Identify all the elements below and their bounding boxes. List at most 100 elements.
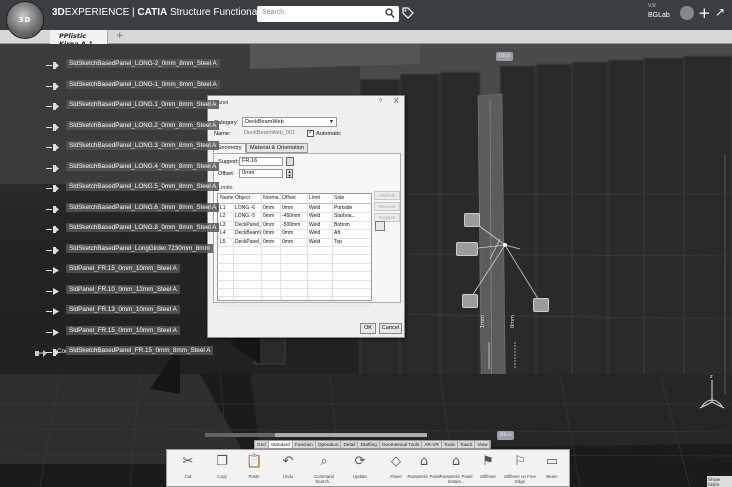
limits-cell[interactable]: L1 bbox=[220, 205, 233, 211]
limits-cell[interactable]: DeckPanel_Fa... bbox=[235, 222, 261, 228]
limits-cell[interactable]: Weld bbox=[309, 222, 332, 228]
limits-column-header[interactable]: Offset bbox=[282, 195, 296, 201]
limits-cell[interactable]: LONG.-6 bbox=[235, 205, 261, 211]
manipulator-handle-right[interactable] bbox=[533, 298, 549, 312]
tag-icon[interactable] bbox=[402, 7, 414, 19]
section-tab[interactable]: Function bbox=[293, 441, 316, 448]
limits-cell[interactable]: Bottom bbox=[334, 222, 369, 228]
limits-cell[interactable]: Weld bbox=[309, 205, 332, 211]
section-tab[interactable]: Drafting bbox=[358, 441, 380, 448]
limits-cell[interactable]: L4 bbox=[220, 230, 233, 236]
limits-cell[interactable]: L3 bbox=[220, 222, 233, 228]
category-select[interactable]: DeckBeamWeb ▼ bbox=[242, 117, 337, 127]
limits-cell[interactable]: 0mm bbox=[263, 213, 280, 219]
edit-limit-icon[interactable] bbox=[375, 221, 385, 231]
remove-limit-button[interactable]: Remove bbox=[374, 202, 400, 211]
selection-chip[interactable]: DEck bbox=[497, 431, 515, 440]
copy-icon: ❐ bbox=[216, 454, 228, 469]
close-icon[interactable]: X bbox=[394, 98, 399, 105]
undo-button[interactable]: ↶ Undo bbox=[271, 452, 305, 486]
section-tab[interactable]: AR-VR bbox=[422, 441, 442, 448]
limits-column-header[interactable]: Object bbox=[235, 195, 250, 201]
limits-cell[interactable]: 0mm bbox=[282, 205, 307, 211]
search-placeholder: Search bbox=[262, 9, 285, 16]
sketch-panel-node-icon bbox=[46, 82, 59, 90]
limits-column-header[interactable]: Name bbox=[220, 195, 234, 201]
tab-document[interactable]: PPlistic Kirna A.1 bbox=[50, 30, 108, 48]
section-tab[interactable]: Geometrical Tools bbox=[380, 441, 423, 448]
scrollbar-thumb[interactable] bbox=[205, 433, 275, 437]
manipulator-handle-top[interactable] bbox=[464, 213, 480, 227]
stiffener-free-edge-button[interactable]: ⚐ Stiffener on Free Edge bbox=[503, 452, 537, 486]
limits-cell[interactable]: Weld bbox=[309, 230, 332, 236]
limits-cell[interactable]: 0mm bbox=[263, 205, 280, 211]
limits-cell[interactable]: -500mm bbox=[282, 222, 307, 228]
search-input[interactable]: Search bbox=[257, 6, 399, 22]
manipulator-handle-left[interactable] bbox=[462, 294, 478, 308]
share-icon[interactable]: ↗ bbox=[715, 5, 725, 19]
cancel-button[interactable]: Cancel bbox=[379, 323, 402, 334]
limits-cell[interactable]: L5 bbox=[220, 239, 233, 245]
limits-cell[interactable]: Weld bbox=[309, 239, 332, 245]
parametric-panel-button[interactable]: ⌂ Parametric Panel bbox=[407, 452, 441, 486]
automatic-checkbox[interactable]: ✓ bbox=[307, 130, 314, 137]
limits-cell[interactable]: Portside bbox=[334, 205, 369, 211]
limits-cell[interactable]: LONG.-5 bbox=[235, 213, 261, 219]
limits-label: Limits bbox=[218, 185, 233, 191]
limits-cell[interactable]: Top bbox=[334, 239, 369, 245]
limits-table[interactable]: Name Object Norma... Offset Limit Side L1 LONG.… bbox=[217, 193, 372, 306]
limits-cell[interactable]: Starboa... bbox=[334, 213, 369, 219]
section-tab[interactable]: Grid bbox=[255, 441, 269, 448]
panel-node-icon bbox=[46, 328, 59, 336]
parametric-panel-instant-button[interactable]: ⌂ Parametric Panel Instant... bbox=[439, 452, 473, 486]
action-label: Paste bbox=[248, 474, 260, 479]
horizontal-scrollbar[interactable] bbox=[205, 433, 427, 437]
section-tab[interactable]: Touch bbox=[458, 441, 476, 448]
limits-cell[interactable]: DeckBeamWe... bbox=[235, 230, 261, 236]
offset-field[interactable]: 0mm bbox=[239, 169, 283, 178]
limits-cell[interactable]: 0mm bbox=[263, 230, 280, 236]
section-tab[interactable]: Tools bbox=[442, 441, 458, 448]
name-field[interactable]: DeckBeamWeb_001 bbox=[242, 129, 302, 138]
limits-cell[interactable]: DeckPanel_Di... bbox=[235, 239, 261, 245]
me-avatar-icon[interactable] bbox=[680, 6, 694, 20]
plus-icon[interactable]: + bbox=[698, 4, 711, 22]
beam-button[interactable]: ▭ Beam bbox=[535, 452, 569, 486]
tab-material-orientation[interactable]: Material & Orientation bbox=[246, 143, 309, 153]
cut-button[interactable]: ✂ Cut bbox=[171, 452, 205, 486]
section-tab[interactable]: Standard bbox=[268, 441, 293, 448]
help-icon[interactable]: ? bbox=[379, 99, 382, 105]
manipulator-handle-mid[interactable] bbox=[456, 242, 478, 256]
section-tab[interactable]: View bbox=[475, 441, 491, 448]
limits-cell[interactable]: Aft bbox=[334, 230, 369, 236]
section-tab[interactable]: Detail bbox=[341, 441, 359, 448]
offset-spinner[interactable]: ▲ ▼ bbox=[286, 169, 293, 178]
limits-cell[interactable]: -450mm bbox=[282, 213, 307, 219]
stiffener-button[interactable]: ⚑ Stiffener bbox=[471, 452, 505, 486]
limits-column-header[interactable]: Limit bbox=[309, 195, 320, 201]
limits-cell[interactable]: 0mm bbox=[263, 222, 280, 228]
axis-triad-icon[interactable]: z bbox=[690, 370, 730, 415]
selection-chip[interactable]: DEck bbox=[496, 52, 514, 61]
search-icon[interactable] bbox=[385, 8, 395, 19]
add-edit-limit-button[interactable]: Add/Edit bbox=[374, 191, 400, 200]
update-button[interactable]: ⟳ Update bbox=[343, 452, 377, 486]
limits-cell[interactable]: 0mm bbox=[282, 239, 307, 245]
chevron-down-icon: ▼ bbox=[329, 119, 334, 125]
limits-cell[interactable]: L2 bbox=[220, 213, 233, 219]
add-tab-button[interactable]: + bbox=[116, 31, 124, 41]
support-field[interactable]: FR.16 bbox=[239, 157, 283, 166]
corner-hint[interactable]: Show table bbox=[707, 476, 732, 487]
limits-cell[interactable]: Weld bbox=[309, 213, 332, 219]
limits-cell[interactable]: 0mm bbox=[282, 230, 307, 236]
command-search-button[interactable]: ⌕ Command Search... bbox=[307, 452, 341, 486]
ok-button[interactable]: OK bbox=[360, 323, 376, 334]
select-support-icon[interactable] bbox=[286, 157, 294, 166]
compass-icon[interactable]: 3D bbox=[6, 1, 44, 39]
copy-button[interactable]: ❐ Copy bbox=[205, 452, 239, 486]
beam-icon: ▭ bbox=[545, 454, 559, 469]
limits-column-header[interactable]: Side bbox=[334, 195, 344, 201]
limits-cell[interactable]: 0mm bbox=[263, 239, 280, 245]
paste-button[interactable]: 📋 Paste bbox=[237, 452, 271, 486]
section-tab[interactable]: Operation bbox=[316, 441, 342, 448]
